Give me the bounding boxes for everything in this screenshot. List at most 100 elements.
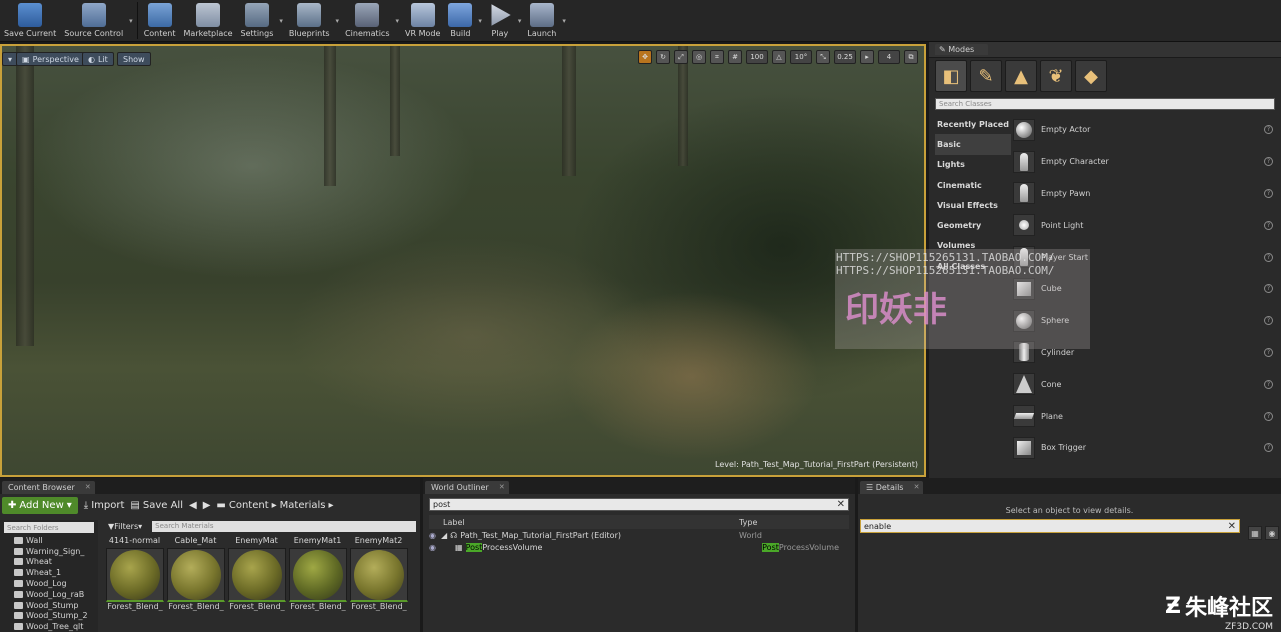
- close-icon[interactable]: ✕: [914, 483, 920, 491]
- folder-item[interactable]: Wheat: [0, 557, 98, 568]
- camera-speed-value[interactable]: 4: [878, 50, 900, 64]
- list-item[interactable]: Empty Character?: [1013, 146, 1277, 178]
- folder-search-input[interactable]: Search Folders: [4, 522, 94, 533]
- filters-button[interactable]: ▼Filters▾: [104, 522, 146, 531]
- level-viewport[interactable]: ▾ ▣ Perspective ◐ Lit Show ✥ ↻ ⤢ ◎ ⌗ # 100…: [0, 44, 926, 477]
- folder-item[interactable]: Wood_Stump_2: [0, 611, 98, 622]
- folder-item[interactable]: Wood_Log: [0, 578, 98, 589]
- list-item[interactable]: Point Light?: [1013, 209, 1277, 241]
- property-matrix-icon[interactable]: ▦: [1248, 526, 1262, 540]
- folder-item[interactable]: Wheat_1: [0, 567, 98, 578]
- rotate-snap-value[interactable]: 10°: [790, 50, 812, 64]
- breadcrumb-content[interactable]: Content: [229, 500, 269, 511]
- source-control-dropdown-icon[interactable]: ▾: [127, 17, 135, 25]
- help-icon[interactable]: ?: [1264, 220, 1273, 230]
- asset-name[interactable]: 4141-normal: [104, 536, 165, 545]
- launch-button[interactable]: Launch: [523, 0, 560, 41]
- category-geometry[interactable]: Geometry: [935, 215, 1011, 235]
- scale-snap-value[interactable]: 0.25: [834, 50, 856, 64]
- folder-item[interactable]: Wood_Stump: [0, 600, 98, 611]
- blueprints-dropdown-icon[interactable]: ▾: [334, 17, 342, 25]
- folder-item[interactable]: Wood_Tree_qlt: [0, 621, 98, 632]
- build-button[interactable]: Build: [444, 0, 476, 41]
- material-thumbnail[interactable]: [289, 548, 347, 602]
- outliner-search-input[interactable]: post ✕: [429, 498, 849, 511]
- world-outliner-tab[interactable]: World Outliner ✕: [425, 481, 509, 494]
- asset-search-input[interactable]: Search Materials: [152, 520, 416, 532]
- history-forward-button[interactable]: ▶: [203, 500, 211, 511]
- table-row[interactable]: ◉ ▦ PostProcessVolume PostProcessVolume: [429, 541, 849, 553]
- details-search-input[interactable]: enable ✕: [860, 519, 1240, 533]
- close-icon[interactable]: ✕: [85, 483, 91, 491]
- visibility-eye-icon[interactable]: ◉: [429, 543, 441, 552]
- search-classes-input[interactable]: Search Classes: [935, 98, 1275, 110]
- history-back-button[interactable]: ◀: [189, 500, 197, 511]
- paint-mode-icon[interactable]: ✎: [970, 60, 1002, 92]
- cinematics-button[interactable]: Cinematics: [341, 0, 393, 41]
- visibility-eye-icon[interactable]: ◉: [429, 531, 441, 540]
- clear-search-icon[interactable]: ✕: [1228, 521, 1236, 532]
- blueprints-button[interactable]: Blueprints: [285, 0, 334, 41]
- vr-mode-button[interactable]: VR Mode: [401, 0, 444, 41]
- asset-name[interactable]: EnemyMat: [226, 536, 287, 545]
- table-row[interactable]: ◉ ◢ ☊ Path_Test_Map_Tutorial_FirstPart (Ed…: [429, 529, 849, 541]
- details-tab[interactable]: ☰ Details ✕: [860, 481, 924, 494]
- expand-arrow-icon[interactable]: ◢: [441, 531, 447, 540]
- material-thumbnail[interactable]: [228, 548, 286, 602]
- asset-name[interactable]: Cable_Mat: [165, 536, 226, 545]
- camera-speed-icon[interactable]: ▸: [860, 50, 874, 64]
- scale-snap-icon[interactable]: ⤡: [816, 50, 830, 64]
- list-item[interactable]: Box Trigger?: [1013, 432, 1277, 464]
- foliage-mode-icon[interactable]: ❦: [1040, 60, 1072, 92]
- category-lights[interactable]: Lights: [935, 155, 1011, 175]
- grid-snap-icon[interactable]: #: [728, 50, 742, 64]
- grid-snap-value[interactable]: 100: [746, 50, 768, 64]
- column-header-type[interactable]: Type: [739, 518, 849, 527]
- landscape-mode-icon[interactable]: ▲: [1005, 60, 1037, 92]
- list-item[interactable]: Cone?: [1013, 368, 1277, 400]
- help-icon[interactable]: ?: [1264, 125, 1273, 135]
- play-dropdown-icon[interactable]: ▾: [516, 17, 524, 25]
- folder-item[interactable]: Wood_Log_raB: [0, 589, 98, 600]
- help-icon[interactable]: ?: [1264, 347, 1273, 357]
- help-icon[interactable]: ?: [1264, 188, 1273, 198]
- category-recently-placed[interactable]: Recently Placed: [935, 114, 1011, 134]
- play-button[interactable]: Play: [484, 0, 516, 41]
- help-icon[interactable]: ?: [1264, 379, 1273, 389]
- help-icon[interactable]: ?: [1264, 411, 1273, 421]
- asset-name[interactable]: EnemyMat2: [348, 536, 409, 545]
- place-mode-icon[interactable]: ◧: [935, 60, 967, 92]
- list-item[interactable]: Empty Actor?: [1013, 114, 1277, 146]
- material-thumbnail[interactable]: [167, 548, 225, 602]
- content-browser-tab[interactable]: Content Browser ✕: [2, 481, 95, 494]
- settings-button[interactable]: Settings: [237, 0, 278, 41]
- build-dropdown-icon[interactable]: ▾: [476, 17, 484, 25]
- cinematics-dropdown-icon[interactable]: ▾: [393, 17, 401, 25]
- import-button[interactable]: ⤓ Import: [84, 500, 125, 511]
- column-header-label[interactable]: Label: [429, 518, 739, 527]
- category-visual-effects[interactable]: Visual Effects: [935, 195, 1011, 215]
- folder-item[interactable]: Warning_Sign_: [0, 546, 98, 557]
- rotate-snap-icon[interactable]: △: [772, 50, 786, 64]
- marketplace-button[interactable]: Marketplace: [180, 0, 237, 41]
- material-thumbnail[interactable]: [350, 548, 408, 602]
- help-icon[interactable]: ?: [1264, 157, 1273, 167]
- perspective-button[interactable]: ▣ Perspective: [16, 52, 85, 66]
- help-icon[interactable]: ?: [1264, 252, 1273, 262]
- help-icon[interactable]: ?: [1264, 284, 1273, 294]
- category-cinematic[interactable]: Cinematic: [935, 175, 1011, 195]
- material-thumbnail[interactable]: [106, 548, 164, 602]
- settings-dropdown-icon[interactable]: ▾: [277, 17, 285, 25]
- breadcrumb-materials[interactable]: Materials: [280, 500, 326, 511]
- list-item[interactable]: Empty Pawn?: [1013, 178, 1277, 210]
- surface-snap-icon[interactable]: ⌗: [710, 50, 724, 64]
- source-control-button[interactable]: Source Control: [60, 0, 127, 41]
- geometry-mode-icon[interactable]: ◆: [1075, 60, 1107, 92]
- lit-button[interactable]: ◐ Lit: [82, 52, 114, 66]
- world-local-icon[interactable]: ◎: [692, 50, 706, 64]
- modes-tab[interactable]: ✎ Modes: [929, 42, 1281, 58]
- category-basic[interactable]: Basic: [935, 134, 1011, 155]
- list-item[interactable]: Plane?: [1013, 400, 1277, 432]
- maximize-viewport-icon[interactable]: ⧉: [904, 50, 918, 64]
- rotate-mode-icon[interactable]: ↻: [656, 50, 670, 64]
